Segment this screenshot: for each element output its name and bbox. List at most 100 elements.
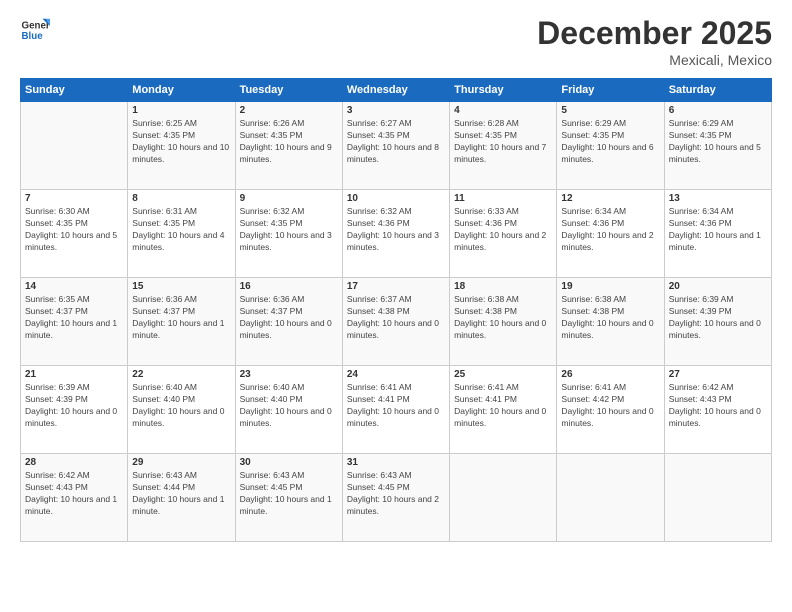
day-cell: 26 Sunrise: 6:41 AMSunset: 4:42 PMDaylig… — [557, 366, 664, 454]
day-number: 31 — [347, 457, 445, 468]
day-cell: 10 Sunrise: 6:32 AMSunset: 4:36 PMDaylig… — [342, 190, 449, 278]
day-number: 28 — [25, 457, 123, 468]
day-number: 3 — [347, 105, 445, 116]
day-cell — [557, 454, 664, 542]
day-info: Sunrise: 6:41 AMSunset: 4:41 PMDaylight:… — [454, 382, 552, 430]
day-cell: 21 Sunrise: 6:39 AMSunset: 4:39 PMDaylig… — [21, 366, 128, 454]
week-row-4: 28 Sunrise: 6:42 AMSunset: 4:43 PMDaylig… — [21, 454, 772, 542]
day-number: 16 — [240, 281, 338, 292]
week-row-3: 21 Sunrise: 6:39 AMSunset: 4:39 PMDaylig… — [21, 366, 772, 454]
day-number: 14 — [25, 281, 123, 292]
week-row-2: 14 Sunrise: 6:35 AMSunset: 4:37 PMDaylig… — [21, 278, 772, 366]
day-info: Sunrise: 6:34 AMSunset: 4:36 PMDaylight:… — [561, 206, 659, 254]
week-row-0: 1 Sunrise: 6:25 AMSunset: 4:35 PMDayligh… — [21, 102, 772, 190]
logo-icon: General Blue — [20, 15, 50, 45]
day-cell: 16 Sunrise: 6:36 AMSunset: 4:37 PMDaylig… — [235, 278, 342, 366]
day-info: Sunrise: 6:32 AMSunset: 4:36 PMDaylight:… — [347, 206, 445, 254]
location: Mexicali, Mexico — [537, 52, 772, 68]
week-row-1: 7 Sunrise: 6:30 AMSunset: 4:35 PMDayligh… — [21, 190, 772, 278]
calendar-table: Sunday Monday Tuesday Wednesday Thursday… — [20, 78, 772, 542]
day-cell: 15 Sunrise: 6:36 AMSunset: 4:37 PMDaylig… — [128, 278, 235, 366]
col-sunday: Sunday — [21, 79, 128, 102]
day-info: Sunrise: 6:41 AMSunset: 4:41 PMDaylight:… — [347, 382, 445, 430]
day-info: Sunrise: 6:34 AMSunset: 4:36 PMDaylight:… — [669, 206, 767, 254]
svg-text:General: General — [22, 21, 51, 32]
day-number: 8 — [132, 193, 230, 204]
header-row: Sunday Monday Tuesday Wednesday Thursday… — [21, 79, 772, 102]
header: General Blue December 2025 Mexicali, Mex… — [20, 15, 772, 68]
day-info: Sunrise: 6:35 AMSunset: 4:37 PMDaylight:… — [25, 294, 123, 342]
day-cell: 5 Sunrise: 6:29 AMSunset: 4:35 PMDayligh… — [557, 102, 664, 190]
day-number: 6 — [669, 105, 767, 116]
logo: General Blue — [20, 15, 50, 45]
day-cell: 3 Sunrise: 6:27 AMSunset: 4:35 PMDayligh… — [342, 102, 449, 190]
day-info: Sunrise: 6:33 AMSunset: 4:36 PMDaylight:… — [454, 206, 552, 254]
day-number: 17 — [347, 281, 445, 292]
day-info: Sunrise: 6:43 AMSunset: 4:45 PMDaylight:… — [347, 470, 445, 518]
day-cell: 9 Sunrise: 6:32 AMSunset: 4:35 PMDayligh… — [235, 190, 342, 278]
day-number: 4 — [454, 105, 552, 116]
day-number: 10 — [347, 193, 445, 204]
day-info: Sunrise: 6:40 AMSunset: 4:40 PMDaylight:… — [132, 382, 230, 430]
day-cell: 7 Sunrise: 6:30 AMSunset: 4:35 PMDayligh… — [21, 190, 128, 278]
day-cell — [664, 454, 771, 542]
day-cell — [450, 454, 557, 542]
day-number: 18 — [454, 281, 552, 292]
day-info: Sunrise: 6:36 AMSunset: 4:37 PMDaylight:… — [132, 294, 230, 342]
day-info: Sunrise: 6:40 AMSunset: 4:40 PMDaylight:… — [240, 382, 338, 430]
day-info: Sunrise: 6:43 AMSunset: 4:44 PMDaylight:… — [132, 470, 230, 518]
day-number: 27 — [669, 369, 767, 380]
title-block: December 2025 Mexicali, Mexico — [537, 15, 772, 68]
day-number: 24 — [347, 369, 445, 380]
day-cell: 20 Sunrise: 6:39 AMSunset: 4:39 PMDaylig… — [664, 278, 771, 366]
day-number: 9 — [240, 193, 338, 204]
svg-text:Blue: Blue — [22, 31, 44, 42]
day-cell: 8 Sunrise: 6:31 AMSunset: 4:35 PMDayligh… — [128, 190, 235, 278]
day-cell: 29 Sunrise: 6:43 AMSunset: 4:44 PMDaylig… — [128, 454, 235, 542]
day-cell: 30 Sunrise: 6:43 AMSunset: 4:45 PMDaylig… — [235, 454, 342, 542]
day-cell: 1 Sunrise: 6:25 AMSunset: 4:35 PMDayligh… — [128, 102, 235, 190]
day-info: Sunrise: 6:39 AMSunset: 4:39 PMDaylight:… — [25, 382, 123, 430]
day-number: 26 — [561, 369, 659, 380]
col-friday: Friday — [557, 79, 664, 102]
day-number: 30 — [240, 457, 338, 468]
day-info: Sunrise: 6:27 AMSunset: 4:35 PMDaylight:… — [347, 118, 445, 166]
col-wednesday: Wednesday — [342, 79, 449, 102]
day-cell: 25 Sunrise: 6:41 AMSunset: 4:41 PMDaylig… — [450, 366, 557, 454]
day-cell: 14 Sunrise: 6:35 AMSunset: 4:37 PMDaylig… — [21, 278, 128, 366]
col-saturday: Saturday — [664, 79, 771, 102]
day-cell: 23 Sunrise: 6:40 AMSunset: 4:40 PMDaylig… — [235, 366, 342, 454]
day-cell: 12 Sunrise: 6:34 AMSunset: 4:36 PMDaylig… — [557, 190, 664, 278]
day-info: Sunrise: 6:30 AMSunset: 4:35 PMDaylight:… — [25, 206, 123, 254]
day-cell: 28 Sunrise: 6:42 AMSunset: 4:43 PMDaylig… — [21, 454, 128, 542]
day-number: 2 — [240, 105, 338, 116]
day-info: Sunrise: 6:29 AMSunset: 4:35 PMDaylight:… — [669, 118, 767, 166]
day-cell — [21, 102, 128, 190]
day-info: Sunrise: 6:28 AMSunset: 4:35 PMDaylight:… — [454, 118, 552, 166]
day-number: 13 — [669, 193, 767, 204]
day-cell: 11 Sunrise: 6:33 AMSunset: 4:36 PMDaylig… — [450, 190, 557, 278]
day-number: 23 — [240, 369, 338, 380]
day-number: 19 — [561, 281, 659, 292]
day-info: Sunrise: 6:25 AMSunset: 4:35 PMDaylight:… — [132, 118, 230, 166]
day-info: Sunrise: 6:32 AMSunset: 4:35 PMDaylight:… — [240, 206, 338, 254]
day-number: 20 — [669, 281, 767, 292]
day-number: 22 — [132, 369, 230, 380]
day-cell: 18 Sunrise: 6:38 AMSunset: 4:38 PMDaylig… — [450, 278, 557, 366]
day-cell: 31 Sunrise: 6:43 AMSunset: 4:45 PMDaylig… — [342, 454, 449, 542]
day-info: Sunrise: 6:42 AMSunset: 4:43 PMDaylight:… — [25, 470, 123, 518]
day-number: 21 — [25, 369, 123, 380]
day-cell: 24 Sunrise: 6:41 AMSunset: 4:41 PMDaylig… — [342, 366, 449, 454]
day-info: Sunrise: 6:38 AMSunset: 4:38 PMDaylight:… — [454, 294, 552, 342]
day-info: Sunrise: 6:26 AMSunset: 4:35 PMDaylight:… — [240, 118, 338, 166]
day-number: 1 — [132, 105, 230, 116]
day-number: 7 — [25, 193, 123, 204]
day-cell: 27 Sunrise: 6:42 AMSunset: 4:43 PMDaylig… — [664, 366, 771, 454]
day-number: 11 — [454, 193, 552, 204]
day-info: Sunrise: 6:42 AMSunset: 4:43 PMDaylight:… — [669, 382, 767, 430]
day-cell: 4 Sunrise: 6:28 AMSunset: 4:35 PMDayligh… — [450, 102, 557, 190]
day-cell: 19 Sunrise: 6:38 AMSunset: 4:38 PMDaylig… — [557, 278, 664, 366]
col-monday: Monday — [128, 79, 235, 102]
day-cell: 6 Sunrise: 6:29 AMSunset: 4:35 PMDayligh… — [664, 102, 771, 190]
day-cell: 2 Sunrise: 6:26 AMSunset: 4:35 PMDayligh… — [235, 102, 342, 190]
